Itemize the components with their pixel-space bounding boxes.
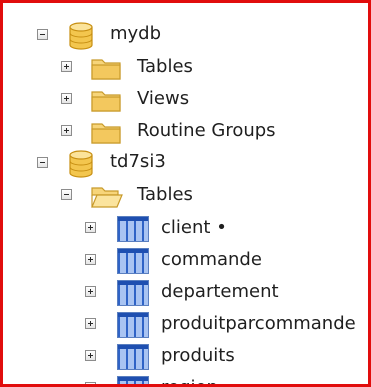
expand-toggle-icon[interactable] (85, 254, 96, 265)
table-icon (117, 280, 149, 306)
table-label: region (161, 377, 218, 384)
folder-label: Tables (137, 56, 193, 77)
database-label: mydb (110, 23, 162, 44)
tree-node-table-departement[interactable]: departement (3, 278, 368, 310)
folder-icon (91, 91, 121, 112)
expand-toggle-icon[interactable] (61, 61, 72, 72)
collapse-toggle-icon[interactable] (37, 29, 48, 40)
table-label: commande (161, 249, 262, 270)
table-label: client • (161, 217, 227, 239)
object-explorer-tree: mydb Tables Views Routine Groups td7si3 … (0, 0, 371, 387)
database-icon (69, 22, 93, 50)
table-icon (117, 344, 149, 370)
expand-toggle-icon[interactable] (85, 382, 96, 384)
tree-node-table-client[interactable]: client • (3, 214, 368, 246)
expand-toggle-icon[interactable] (61, 93, 72, 104)
expand-toggle-icon[interactable] (61, 125, 72, 136)
tree-node-table-commande[interactable]: commande (3, 246, 368, 278)
table-label: departement (161, 281, 279, 302)
table-name: client (161, 217, 211, 238)
database-label: td7si3 (110, 151, 166, 172)
expand-toggle-icon[interactable] (85, 286, 96, 297)
expand-toggle-icon[interactable] (85, 222, 96, 233)
folder-icon (91, 59, 121, 80)
tree-node-database-mydb[interactable]: mydb (3, 21, 368, 53)
table-label: produitparcommande (161, 313, 356, 334)
folder-label: Tables (137, 184, 193, 205)
folder-icon (91, 123, 121, 144)
tree-node-table-produits[interactable]: produits (3, 342, 368, 374)
table-icon (117, 216, 149, 242)
expand-toggle-icon[interactable] (85, 318, 96, 329)
table-icon (117, 376, 149, 384)
unsaved-marker: • (216, 217, 227, 238)
tree-node-folder-tables[interactable]: Tables (3, 53, 368, 85)
expand-toggle-icon[interactable] (85, 350, 96, 361)
tree-node-table-region[interactable]: region (3, 374, 368, 384)
database-icon (69, 150, 93, 178)
tree-node-folder-views[interactable]: Views (3, 85, 368, 117)
collapse-toggle-icon[interactable] (37, 157, 48, 168)
tree-node-table-produitparcommande[interactable]: produitparcommande (3, 310, 368, 342)
folder-label: Routine Groups (137, 120, 276, 141)
tree-node-folder-routine-groups[interactable]: Routine Groups (3, 117, 368, 149)
table-label: produits (161, 345, 235, 366)
folder-label: Views (137, 88, 190, 109)
tree-node-folder-tables-open[interactable]: Tables (3, 181, 368, 213)
collapse-toggle-icon[interactable] (61, 189, 72, 200)
open-folder-icon (91, 187, 123, 208)
tree-node-database-td7si3[interactable]: td7si3 (3, 149, 368, 181)
table-icon (117, 312, 149, 338)
table-icon (117, 248, 149, 274)
